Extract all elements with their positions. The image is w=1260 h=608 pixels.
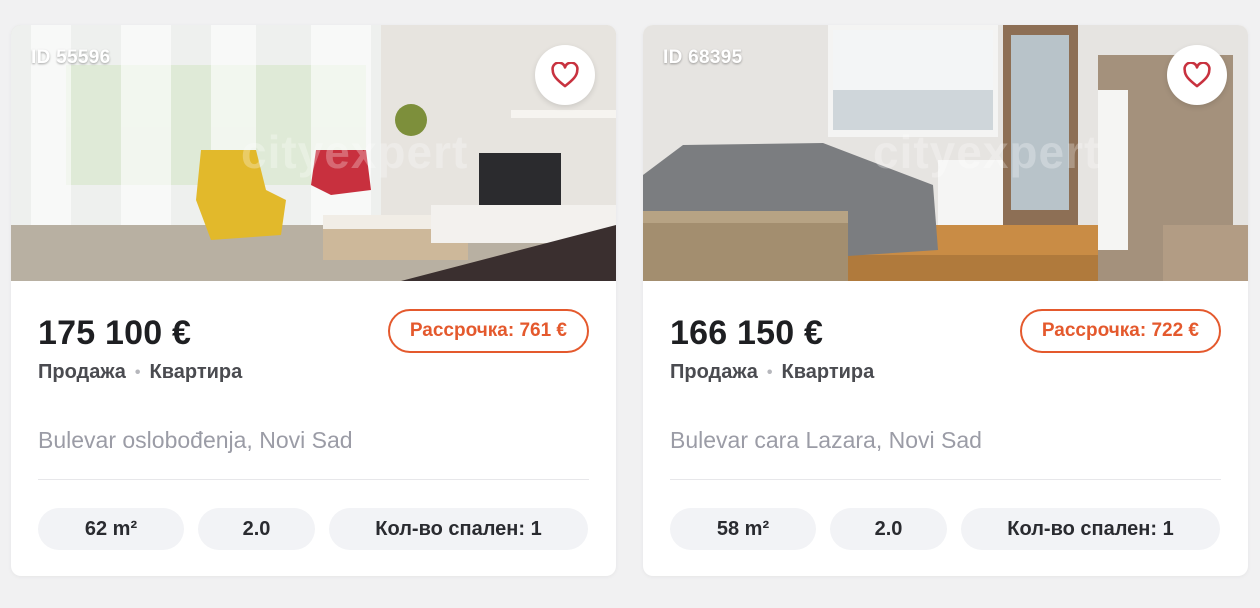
area-chip: 58 m² — [670, 508, 816, 550]
listing-grid: ID 55596 cityexpert 175 100 € Рассрочка:… — [0, 0, 1260, 608]
installment-badge[interactable]: Рассрочка: 722 € — [1019, 309, 1221, 353]
listing-id: ID 55596 — [31, 47, 111, 68]
feature-chips: 62 m² 2.0 Кол-во спален: 1 — [38, 508, 589, 550]
favorite-button[interactable] — [1167, 45, 1227, 105]
separator-dot: • — [766, 363, 773, 381]
favorite-button[interactable] — [535, 45, 595, 105]
area-chip: 62 m² — [38, 508, 184, 550]
rooms-chip: 2.0 — [830, 508, 947, 550]
property-type: Квартира — [781, 361, 875, 383]
divider — [38, 479, 589, 480]
watermark-logo: cityexpert — [873, 126, 1101, 178]
feature-chips: 58 m² 2.0 Кол-во спален: 1 — [670, 508, 1221, 550]
installment-badge[interactable]: Рассрочка: 761 € — [387, 309, 589, 353]
deal-type: Продажа — [670, 361, 758, 383]
bedrooms-chip: Кол-во спален: 1 — [961, 508, 1220, 550]
bedrooms-chip: Кол-во спален: 1 — [329, 508, 588, 550]
listing-meta: Продажа • Квартира — [38, 361, 242, 384]
listing-address: Bulevar oslobođenja, Novi Sad — [38, 427, 353, 453]
listing-id: ID 68395 — [663, 47, 743, 68]
watermark-logo: cityexpert — [241, 126, 469, 178]
listing-photo[interactable]: ID 68395 cityexpert — [643, 25, 1248, 281]
listing-card[interactable]: ID 68395 cityexpert 166 150 € Рассрочка:… — [643, 25, 1248, 576]
listing-price: 166 150 € — [670, 314, 824, 352]
rooms-chip: 2.0 — [198, 508, 315, 550]
heart-icon — [551, 62, 579, 88]
listing-meta: Продажа • Квартира — [670, 361, 874, 384]
heart-icon — [1183, 62, 1211, 88]
property-type: Квартира — [149, 361, 243, 383]
listing-address: Bulevar cara Lazara, Novi Sad — [670, 427, 982, 453]
divider — [670, 479, 1221, 480]
listing-photo[interactable]: ID 55596 cityexpert — [11, 25, 616, 281]
deal-type: Продажа — [38, 361, 126, 383]
separator-dot: • — [134, 363, 141, 381]
listing-card[interactable]: ID 55596 cityexpert 175 100 € Рассрочка:… — [11, 25, 616, 576]
listing-price: 175 100 € — [38, 314, 192, 352]
